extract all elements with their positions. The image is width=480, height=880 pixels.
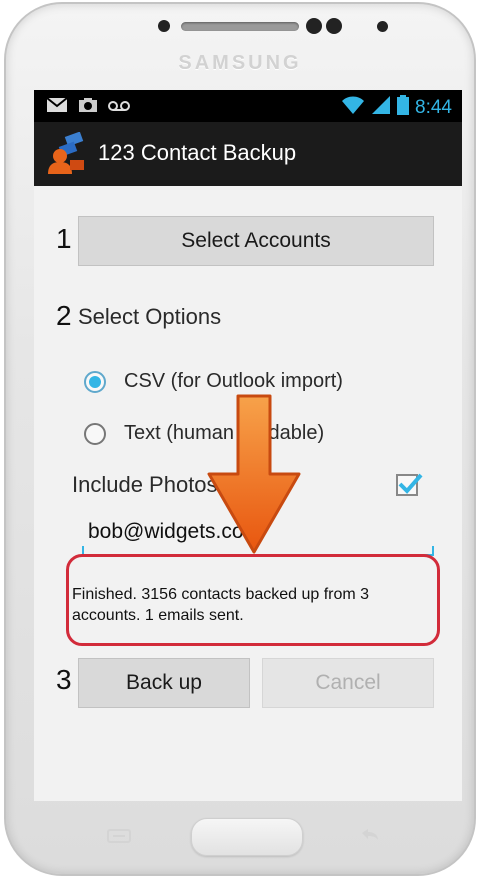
phone-frame: SAMSUNG 8:44 123 Contact Backup 1 Select… [4, 2, 476, 876]
home-button[interactable] [191, 818, 303, 856]
annotation-arrow-icon [207, 394, 301, 554]
device-brand: SAMSUNG [178, 52, 302, 74]
proximity-sensor [326, 18, 342, 34]
front-sensor [158, 20, 170, 32]
front-camera [306, 18, 322, 34]
menu-icon[interactable] [106, 828, 132, 844]
light-sensor [377, 21, 388, 32]
earpiece-speaker [181, 22, 299, 31]
back-icon[interactable] [356, 826, 382, 846]
hardware-nav-bar [6, 818, 474, 868]
device-screen: 8:44 123 Contact Backup 1 Select Account… [34, 90, 462, 801]
